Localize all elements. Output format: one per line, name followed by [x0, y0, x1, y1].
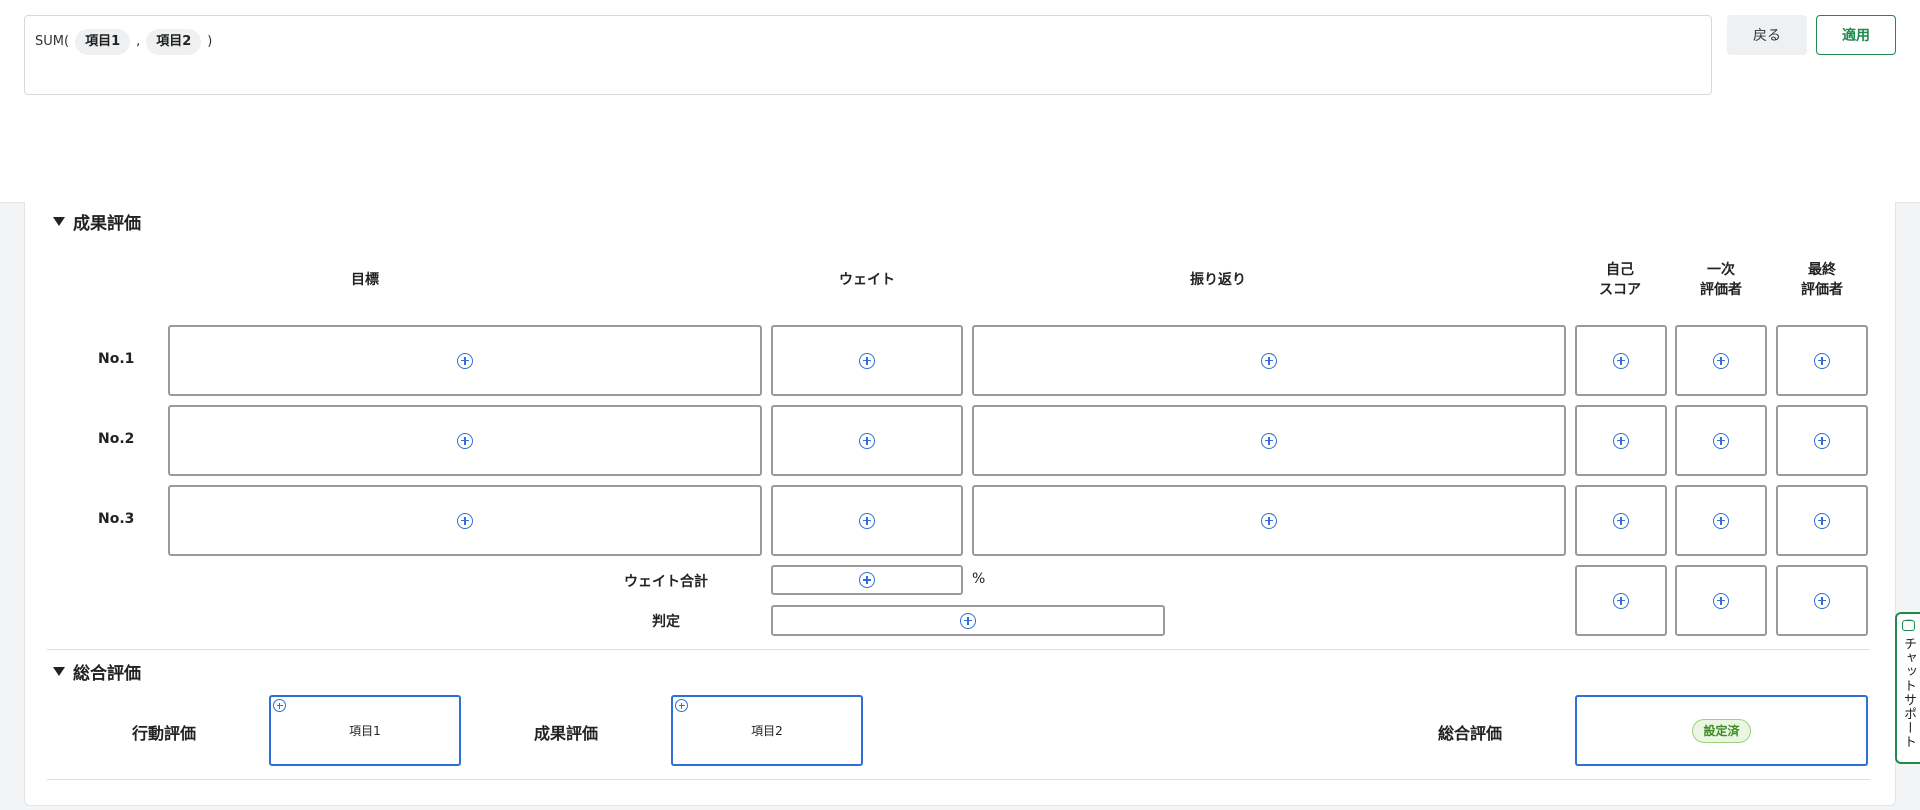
first-evaluator-total-cell[interactable]: [1675, 565, 1767, 636]
add-icon: [1613, 432, 1629, 449]
chat-support-tab[interactable]: チャットサポート: [1895, 612, 1920, 764]
back-button[interactable]: 戻る: [1727, 15, 1807, 55]
add-icon: [273, 699, 286, 712]
header-final-evaluator: 最終 評価者: [1776, 260, 1868, 300]
goal-cell-3[interactable]: [168, 485, 762, 556]
weight-total-cell[interactable]: [771, 565, 963, 595]
caret-down-icon: [53, 667, 65, 676]
add-icon: [960, 612, 976, 629]
header-self-score-line1: 自己: [1606, 262, 1634, 278]
header-self-score: 自己 スコア: [1574, 260, 1666, 300]
reflection-cell-1[interactable]: [972, 325, 1566, 396]
header-self-score-line2: スコア: [1599, 282, 1641, 298]
add-icon: [859, 512, 875, 529]
add-icon: [1261, 512, 1277, 529]
add-icon: [675, 699, 688, 712]
results-section-toggle[interactable]: 成果評価: [53, 209, 141, 234]
weight-cell-2[interactable]: [771, 405, 963, 476]
add-icon: [1713, 512, 1729, 529]
results-evaluation-value: 項目2: [751, 724, 783, 738]
first-evaluator-cell-3[interactable]: [1675, 485, 1767, 556]
reflection-cell-3[interactable]: [972, 485, 1566, 556]
results-section-title: 成果評価: [73, 214, 141, 234]
weight-total-label: ウェイト合計: [624, 574, 708, 590]
add-icon: [457, 352, 473, 369]
results-evaluation-cell[interactable]: 項目2: [671, 695, 863, 766]
header-first-evaluator: 一次 評価者: [1675, 260, 1767, 300]
header-first-evaluator-line2: 評価者: [1700, 282, 1742, 298]
add-icon: [859, 572, 875, 588]
final-evaluator-cell-1[interactable]: [1776, 325, 1868, 396]
overall-evaluation-cell[interactable]: 設定済: [1575, 695, 1868, 766]
overall-section-toggle[interactable]: 総合評価: [53, 659, 141, 684]
behavior-evaluation-label: 行動評価: [132, 724, 197, 743]
header-reflection: 振り返り: [1190, 272, 1246, 288]
behavior-evaluation-cell[interactable]: 項目1: [269, 695, 461, 766]
chat-bubble-icon: [1902, 616, 1915, 631]
final-evaluator-cell-3[interactable]: [1776, 485, 1868, 556]
add-icon: [457, 512, 473, 529]
add-icon: [859, 352, 875, 369]
add-icon: [1613, 592, 1629, 609]
add-icon: [859, 432, 875, 449]
weight-cell-1[interactable]: [771, 325, 963, 396]
judgement-cell[interactable]: [771, 605, 1165, 636]
reflection-cell-2[interactable]: [972, 405, 1566, 476]
section-divider: [47, 649, 1870, 650]
add-icon: [1814, 512, 1830, 529]
add-icon: [1713, 352, 1729, 369]
row-label-no3: No.3: [98, 511, 135, 527]
weight-unit: %: [972, 571, 986, 587]
self-score-cell-1[interactable]: [1575, 325, 1667, 396]
add-icon: [1613, 512, 1629, 529]
header-first-evaluator-line1: 一次: [1707, 262, 1735, 278]
first-evaluator-cell-2[interactable]: [1675, 405, 1767, 476]
overall-evaluation-label: 総合評価: [1438, 724, 1503, 743]
first-evaluator-cell-1[interactable]: [1675, 325, 1767, 396]
add-icon: [1261, 352, 1277, 369]
section-divider: [47, 779, 1870, 780]
goal-cell-1[interactable]: [168, 325, 762, 396]
add-icon: [457, 432, 473, 449]
judgement-label: 判定: [652, 614, 680, 630]
self-score-cell-2[interactable]: [1575, 405, 1667, 476]
results-evaluation-label: 成果評価: [534, 724, 599, 743]
final-evaluator-total-cell[interactable]: [1776, 565, 1868, 636]
add-icon: [1713, 592, 1729, 609]
apply-button[interactable]: 適用: [1816, 15, 1896, 55]
overall-section-title: 総合評価: [73, 664, 141, 684]
add-icon: [1613, 352, 1629, 369]
row-label-no1: No.1: [98, 351, 135, 367]
formula-arg-chip-1[interactable]: 項目1: [75, 29, 131, 55]
self-score-total-cell[interactable]: [1575, 565, 1667, 636]
caret-down-icon: [53, 217, 65, 226]
final-evaluator-cell-2[interactable]: [1776, 405, 1868, 476]
chat-support-label: チャットサポート: [1901, 637, 1916, 749]
add-icon: [1713, 432, 1729, 449]
formula-close-paren: ): [207, 34, 213, 49]
add-icon: [1814, 592, 1830, 609]
goal-cell-2[interactable]: [168, 405, 762, 476]
row-label-no2: No.2: [98, 431, 135, 447]
header-weight: ウェイト: [839, 272, 895, 288]
formula-editor[interactable]: SUM( 項目1 , 項目2 ): [24, 15, 1712, 95]
weight-cell-3[interactable]: [771, 485, 963, 556]
formula-separator: ,: [136, 34, 141, 49]
add-icon: [1261, 432, 1277, 449]
header-final-evaluator-line1: 最終: [1808, 262, 1836, 278]
formula-function: SUM(: [35, 34, 70, 49]
header-goal: 目標: [351, 272, 379, 288]
formula-arg-chip-2[interactable]: 項目2: [146, 29, 202, 55]
add-icon: [1814, 432, 1830, 449]
header-final-evaluator-line2: 評価者: [1801, 282, 1843, 298]
behavior-evaluation-value: 項目1: [349, 724, 381, 738]
self-score-cell-3[interactable]: [1575, 485, 1667, 556]
add-icon: [1814, 352, 1830, 369]
status-badge: 設定済: [1692, 718, 1751, 743]
